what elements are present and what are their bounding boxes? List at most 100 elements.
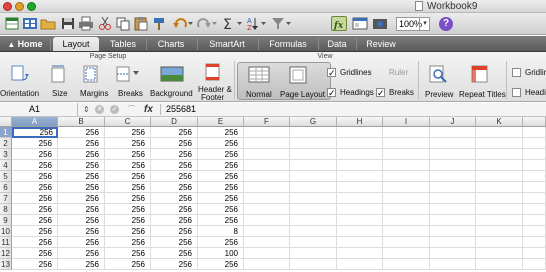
table-cell[interactable]: 256: [151, 204, 198, 215]
row-header[interactable]: 8: [0, 204, 12, 215]
table-cell[interactable]: [523, 193, 546, 204]
row-header[interactable]: 13: [0, 259, 12, 270]
table-cell[interactable]: 256: [151, 182, 198, 193]
header-footer-button-line2[interactable]: Footer: [201, 93, 224, 102]
zoom-window-button[interactable]: [27, 2, 36, 11]
table-cell[interactable]: 256: [198, 259, 244, 270]
table-cell[interactable]: 256: [58, 160, 105, 171]
table-cell[interactable]: 256: [12, 138, 58, 149]
table-cell[interactable]: [337, 127, 383, 138]
table-cell[interactable]: 256: [151, 149, 198, 160]
tab-charts[interactable]: Charts: [148, 37, 194, 51]
table-cell[interactable]: [337, 171, 383, 182]
name-box[interactable]: A1: [0, 103, 78, 116]
row-header[interactable]: 10: [0, 226, 12, 237]
table-cell[interactable]: [244, 160, 290, 171]
column-header-j[interactable]: J: [430, 117, 476, 127]
column-header-l[interactable]: [523, 117, 546, 127]
table-cell[interactable]: 256: [12, 226, 58, 237]
print-preview-icon[interactable]: [428, 64, 448, 84]
row-header[interactable]: 4: [0, 160, 12, 171]
table-cell[interactable]: [430, 259, 476, 270]
table-cell[interactable]: [337, 204, 383, 215]
minimize-window-button[interactable]: [15, 2, 24, 11]
orientation-button[interactable]: Orientation: [0, 89, 39, 98]
table-cell[interactable]: [383, 215, 430, 226]
table-cell[interactable]: [476, 127, 523, 138]
breaks-icon[interactable]: [115, 64, 141, 84]
row-header[interactable]: 7: [0, 193, 12, 204]
print-gridlines-checkbox[interactable]: [512, 68, 521, 77]
table-cell[interactable]: 256: [105, 160, 151, 171]
new-workbook-icon[interactable]: [4, 16, 20, 31]
table-cell[interactable]: 256: [58, 259, 105, 270]
table-cell[interactable]: 256: [151, 193, 198, 204]
tab-home[interactable]: ▲ Home: [2, 37, 48, 51]
table-cell[interactable]: 256: [12, 248, 58, 259]
table-cell[interactable]: [290, 259, 337, 270]
breaks-checkbox[interactable]: ✓: [376, 88, 385, 98]
table-cell[interactable]: 256: [198, 160, 244, 171]
table-cell[interactable]: [337, 193, 383, 204]
table-cell[interactable]: [523, 248, 546, 259]
gallery-icon[interactable]: [22, 16, 38, 31]
undo-icon[interactable]: [172, 16, 193, 31]
sort-icon[interactable]: AZ: [246, 16, 266, 31]
table-cell[interactable]: [290, 226, 337, 237]
filter-icon[interactable]: [271, 16, 291, 31]
table-cell[interactable]: [383, 138, 430, 149]
header-footer-icon[interactable]: [204, 62, 222, 82]
table-cell[interactable]: [523, 160, 546, 171]
table-cell[interactable]: 256: [58, 226, 105, 237]
tab-data[interactable]: Data: [321, 37, 353, 51]
table-cell[interactable]: [383, 237, 430, 248]
table-cell[interactable]: [476, 138, 523, 149]
table-cell[interactable]: [430, 182, 476, 193]
table-cell[interactable]: 256: [58, 193, 105, 204]
page-layout-view-icon[interactable]: [288, 65, 308, 85]
paste-icon[interactable]: [133, 16, 149, 31]
table-cell[interactable]: [476, 226, 523, 237]
table-cell[interactable]: 256: [151, 248, 198, 259]
table-cell[interactable]: [244, 171, 290, 182]
table-cell[interactable]: [476, 259, 523, 270]
table-cell[interactable]: [476, 149, 523, 160]
table-cell[interactable]: [244, 215, 290, 226]
table-cell[interactable]: 256: [198, 171, 244, 182]
table-cell[interactable]: 256: [12, 160, 58, 171]
table-cell[interactable]: [290, 160, 337, 171]
table-cell[interactable]: 256: [58, 138, 105, 149]
column-header-f[interactable]: F: [244, 117, 290, 127]
table-cell[interactable]: 256: [12, 171, 58, 182]
copy-icon[interactable]: [115, 16, 131, 31]
table-cell[interactable]: 256: [198, 204, 244, 215]
table-cell[interactable]: [290, 237, 337, 248]
column-header-a[interactable]: A: [12, 117, 58, 127]
table-cell[interactable]: 256: [198, 127, 244, 138]
close-window-button[interactable]: [3, 2, 12, 11]
table-cell[interactable]: [430, 160, 476, 171]
insert-function-icon[interactable]: ⌒: [127, 105, 136, 114]
table-cell[interactable]: 256: [198, 138, 244, 149]
table-cell[interactable]: [337, 160, 383, 171]
table-cell[interactable]: 256: [58, 182, 105, 193]
row-header[interactable]: 5: [0, 171, 12, 182]
table-cell[interactable]: [290, 193, 337, 204]
table-cell[interactable]: [476, 193, 523, 204]
margins-icon[interactable]: [82, 64, 100, 84]
table-cell[interactable]: [290, 149, 337, 160]
table-cell[interactable]: [476, 182, 523, 193]
table-cell[interactable]: [290, 171, 337, 182]
table-cell[interactable]: [244, 182, 290, 193]
table-cell[interactable]: 256: [12, 182, 58, 193]
table-cell[interactable]: 256: [198, 182, 244, 193]
table-cell[interactable]: 256: [58, 149, 105, 160]
table-cell[interactable]: [244, 193, 290, 204]
media-browser-icon[interactable]: [372, 16, 388, 31]
table-cell[interactable]: [244, 248, 290, 259]
breaks-button[interactable]: Breaks: [118, 89, 143, 98]
print-headings-checkbox[interactable]: [512, 88, 521, 97]
column-header-g[interactable]: G: [290, 117, 337, 127]
table-cell[interactable]: 256: [105, 259, 151, 270]
normal-view-button[interactable]: Normal: [246, 90, 272, 99]
